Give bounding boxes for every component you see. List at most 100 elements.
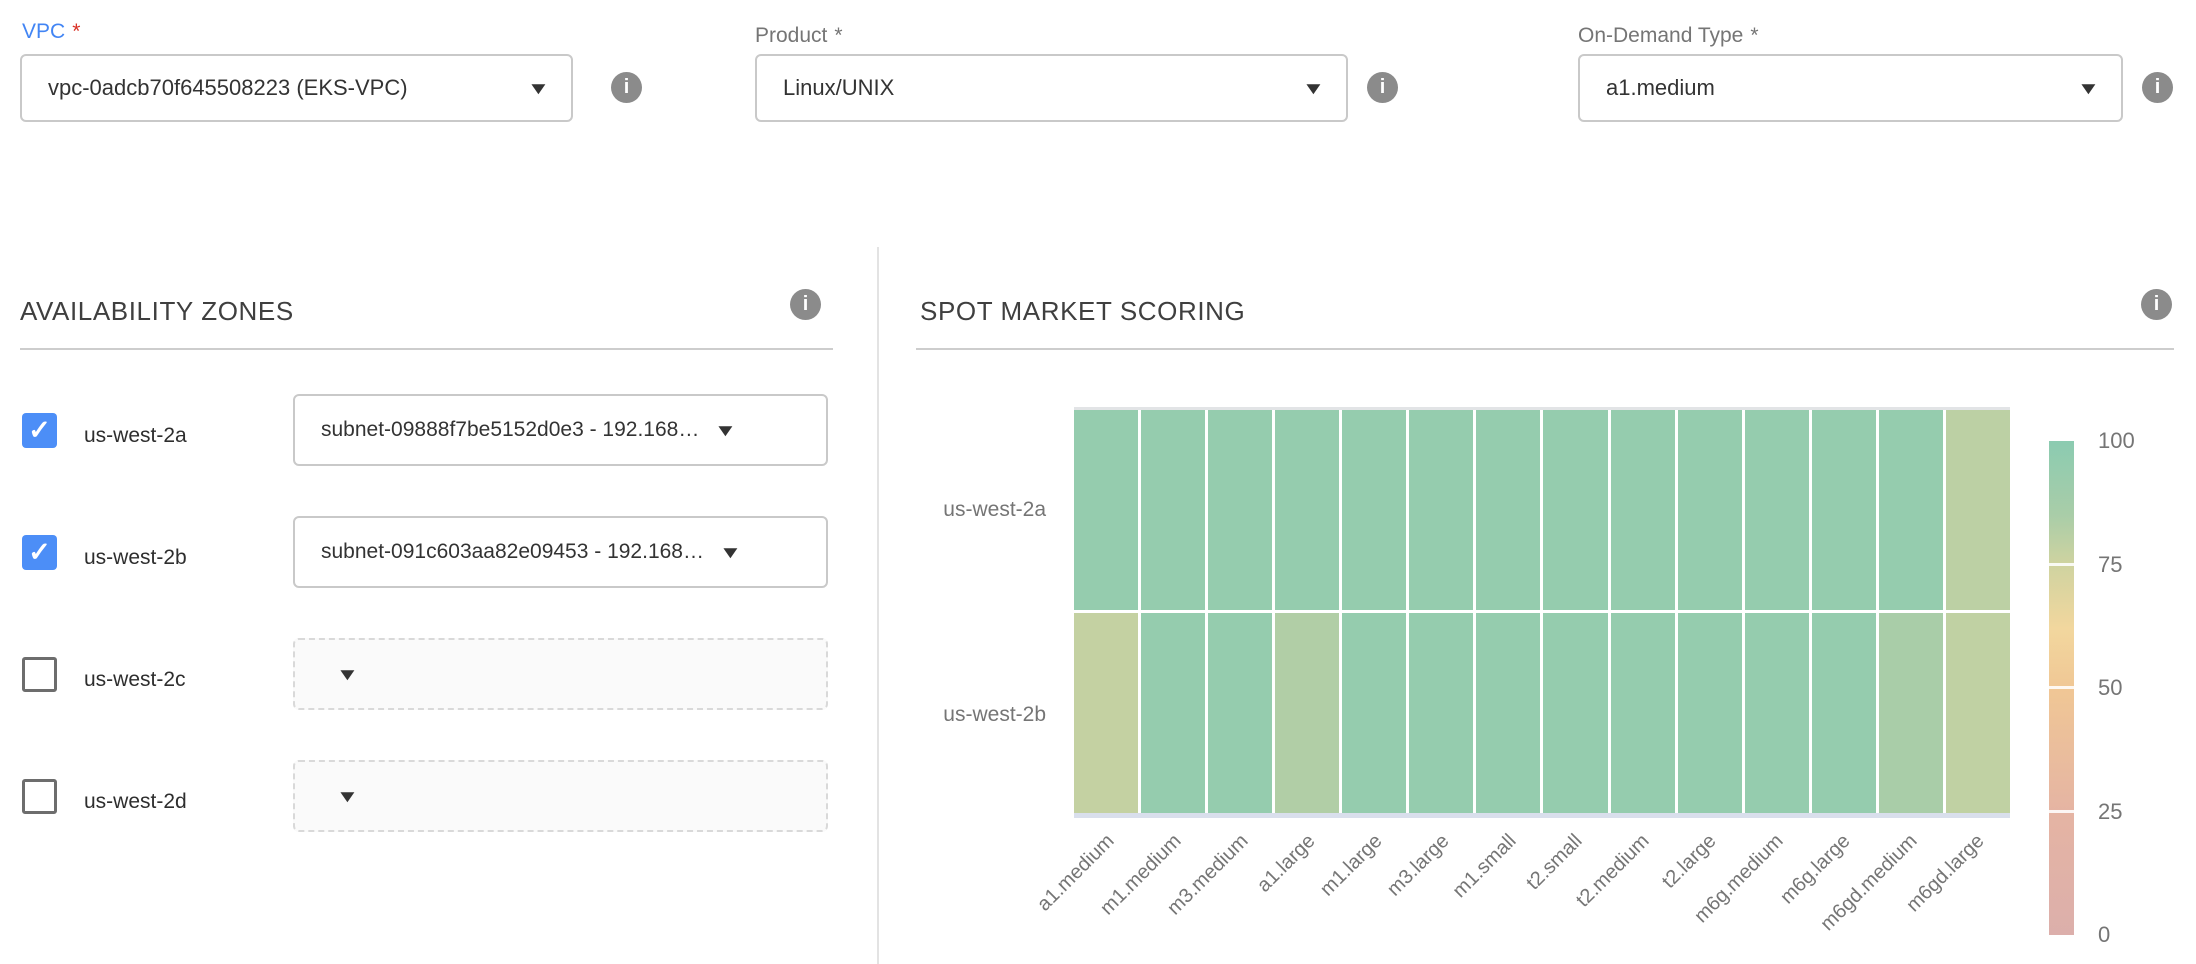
- heatmap-cell[interactable]: [1812, 410, 1876, 610]
- az-label-us-west-2a: us-west-2a: [84, 424, 187, 448]
- x-axis-label: m3.large: [1317, 830, 1453, 964]
- spot-market-scoring-info-icon[interactable]: i: [2141, 289, 2172, 320]
- vpc-info-icon[interactable]: i: [611, 72, 642, 103]
- colorbar-tick-label: 25: [2098, 799, 2122, 825]
- heatmap-cell[interactable]: [1543, 410, 1607, 610]
- availability-zones-title: AVAILABILITY ZONES: [20, 296, 294, 327]
- subnet-select-value: subnet-091c603aa82e09453 - 192.168…: [321, 540, 704, 564]
- vpc-label-text: VPC: [22, 20, 65, 43]
- colorbar-tick-line: [2049, 686, 2074, 689]
- y-axis-label: us-west-2b: [943, 703, 1046, 727]
- heatmap-cell[interactable]: [1745, 613, 1809, 813]
- checkmark-icon: ✓: [28, 539, 51, 566]
- info-glyph: i: [803, 293, 809, 316]
- heatmap-cell[interactable]: [1409, 410, 1473, 610]
- az-checkbox-us-west-2b[interactable]: ✓: [22, 535, 57, 570]
- on-demand-type-label-text: On-Demand Type: [1578, 24, 1743, 47]
- checkmark-icon: ✓: [28, 417, 51, 444]
- heatmap-cell[interactable]: [1208, 410, 1272, 610]
- chevron-down-icon: ▼: [336, 788, 360, 805]
- x-axis-label: m6gd.medium: [1785, 830, 1921, 964]
- subnet-select-us-west-2c[interactable]: ▼: [293, 638, 828, 710]
- az-checkbox-us-west-2a[interactable]: ✓: [22, 413, 57, 448]
- vpc-select-value: vpc-0adcb70f645508223 (EKS-VPC): [48, 75, 512, 101]
- product-select[interactable]: Linux/UNIX ▼: [755, 54, 1348, 122]
- on-demand-type-label: On-Demand Type *: [1578, 24, 1759, 48]
- colorbar-tick-line: [2049, 810, 2074, 813]
- chevron-down-icon: ▼: [719, 544, 743, 561]
- heatmap-cell[interactable]: [1678, 613, 1742, 813]
- on-demand-required-asterisk: *: [1750, 24, 1758, 47]
- heatmap-cell[interactable]: [1141, 410, 1205, 610]
- on-demand-type-select[interactable]: a1.medium ▼: [1578, 54, 2123, 122]
- heatmap-cell[interactable]: [1946, 613, 2010, 813]
- colorbar-tick-label: 100: [2098, 428, 2135, 454]
- availability-zones-info-icon[interactable]: i: [790, 289, 821, 320]
- availability-zones-rule: [20, 348, 833, 350]
- az-checkbox-us-west-2c[interactable]: [22, 657, 57, 692]
- heatmap-cell[interactable]: [1812, 613, 1876, 813]
- product-label: Product*: [755, 24, 843, 48]
- colorbar-tick-label: 75: [2098, 552, 2122, 578]
- vpc-label: VPC *: [22, 20, 80, 44]
- x-axis-label: m1.small: [1384, 830, 1520, 964]
- az-label-us-west-2b: us-west-2b: [84, 546, 187, 570]
- x-axis-label: a1.medium: [983, 830, 1119, 964]
- heatmap-cell[interactable]: [1879, 410, 1943, 610]
- x-axis-label: t2.large: [1585, 830, 1721, 964]
- subnet-select-us-west-2a[interactable]: subnet-09888f7be5152d0e3 - 192.168… ▼: [293, 394, 828, 466]
- x-axis-label: t2.small: [1451, 830, 1587, 964]
- x-axis-label: m1.large: [1251, 830, 1387, 964]
- on-demand-type-info-icon[interactable]: i: [2142, 72, 2173, 103]
- x-axis-label: a1.large: [1184, 830, 1320, 964]
- product-select-value: Linux/UNIX: [783, 75, 1287, 101]
- y-axis-label: us-west-2a: [943, 498, 1046, 522]
- section-divider: [877, 247, 879, 964]
- heatmap-cell[interactable]: [1879, 613, 1943, 813]
- colorbar-tick-label: 50: [2098, 675, 2122, 701]
- subnet-select-us-west-2d[interactable]: ▼: [293, 760, 828, 832]
- heatmap-cell[interactable]: [1074, 410, 1138, 610]
- heatmap-cell[interactable]: [1208, 613, 1272, 813]
- heatmap-cell[interactable]: [1074, 613, 1138, 813]
- x-axis-label: m6g.large: [1719, 830, 1855, 964]
- heatmap-cell[interactable]: [1275, 613, 1339, 813]
- product-info-icon[interactable]: i: [1367, 72, 1398, 103]
- heatmap-cell[interactable]: [1611, 410, 1675, 610]
- subnet-select-us-west-2b[interactable]: subnet-091c603aa82e09453 - 192.168… ▼: [293, 516, 828, 588]
- vpc-select[interactable]: vpc-0adcb70f645508223 (EKS-VPC) ▼: [20, 54, 573, 122]
- colorbar-tick-label: 0: [2098, 922, 2110, 948]
- heatmap-cell[interactable]: [1678, 410, 1742, 610]
- heatmap-cell[interactable]: [1275, 410, 1339, 610]
- heatmap-cell[interactable]: [1476, 410, 1540, 610]
- chevron-down-icon: ▼: [2077, 80, 2101, 97]
- heatmap-x-axis: a1.mediumm1.mediumm3.mediuma1.largem1.la…: [1074, 822, 2010, 964]
- info-glyph: i: [2154, 293, 2160, 316]
- spot-configuration-page: VPC * vpc-0adcb70f645508223 (EKS-VPC) ▼ i…: [0, 0, 2196, 964]
- info-glyph: i: [1380, 76, 1386, 99]
- heatmap-cell[interactable]: [1745, 410, 1809, 610]
- chevron-down-icon: ▼: [714, 422, 738, 439]
- heatmap-cell[interactable]: [1476, 613, 1540, 813]
- subnet-select-value: subnet-09888f7be5152d0e3 - 192.168…: [321, 418, 699, 442]
- heatmap-cell[interactable]: [1342, 410, 1406, 610]
- heatmap-y-axis: us-west-2a us-west-2b: [880, 407, 1046, 818]
- heatmap-cell[interactable]: [1342, 613, 1406, 813]
- spot-market-scoring-title: SPOT MARKET SCORING: [920, 296, 1245, 327]
- heatmap-cell[interactable]: [1611, 613, 1675, 813]
- az-checkbox-us-west-2d[interactable]: [22, 779, 57, 814]
- chevron-down-icon: ▼: [1302, 80, 1326, 97]
- info-glyph: i: [624, 76, 630, 99]
- heatmap-cell[interactable]: [1141, 613, 1205, 813]
- x-axis-label: m3.medium: [1117, 830, 1253, 964]
- on-demand-type-select-value: a1.medium: [1606, 75, 2062, 101]
- heatmap-cell[interactable]: [1409, 613, 1473, 813]
- x-axis-label: m1.medium: [1050, 830, 1186, 964]
- product-required-asterisk: *: [834, 24, 842, 47]
- x-axis-label: m6g.medium: [1652, 830, 1788, 964]
- heatmap-cell[interactable]: [1946, 410, 2010, 610]
- vpc-required-asterisk: *: [72, 20, 80, 43]
- heatmap-cell[interactable]: [1543, 613, 1607, 813]
- x-axis-label: t2.medium: [1518, 830, 1654, 964]
- colorbar-tick-line: [2049, 563, 2074, 566]
